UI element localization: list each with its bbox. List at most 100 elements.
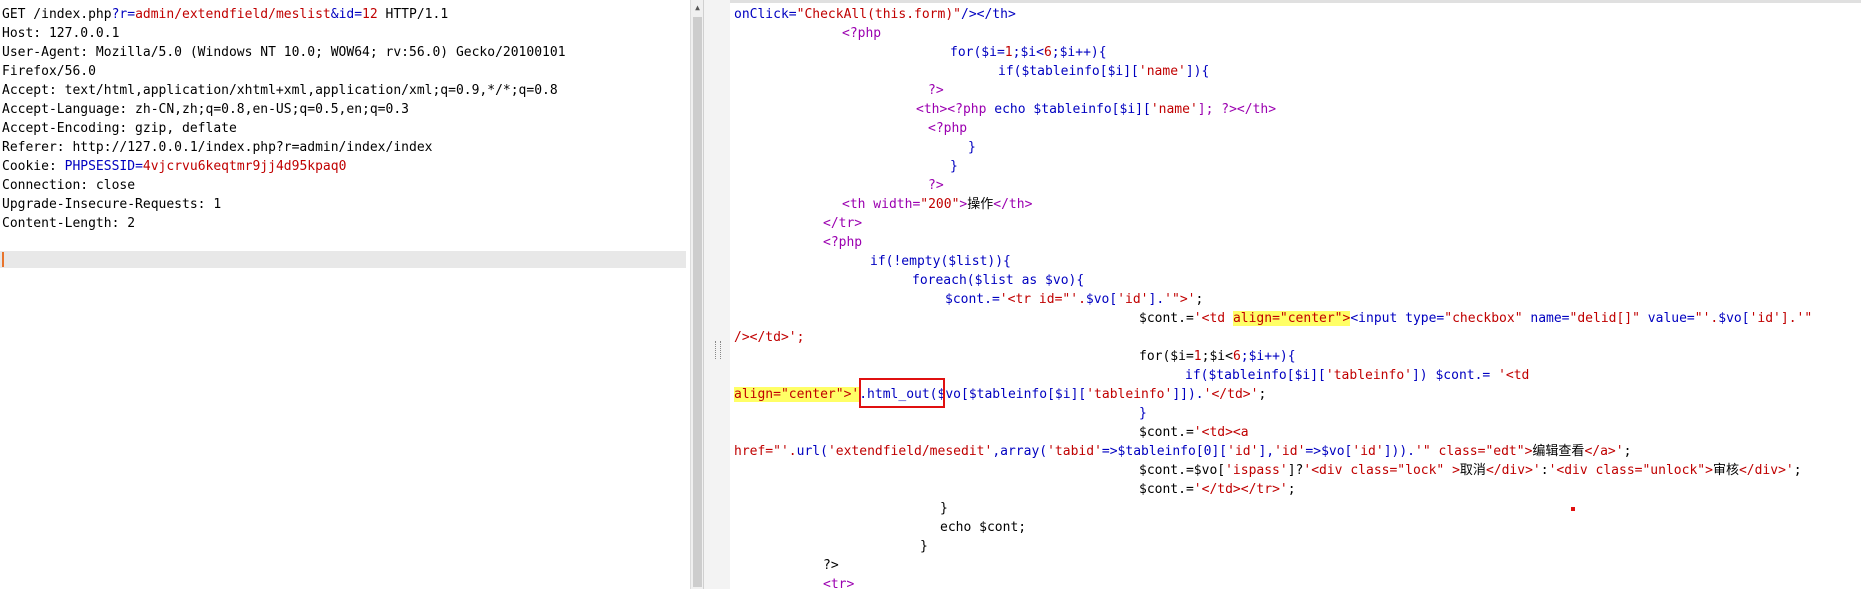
request-scrollbar[interactable]: ▲ [690,0,704,589]
code-token: </div>' [1738,463,1794,478]
header-content-length: Content-Length: 2 [2,216,136,231]
code-line-27: } [940,499,948,518]
code-token: ])). [1383,444,1416,459]
query-eq: = [354,7,363,22]
code-token: ]]). [1172,387,1204,402]
code-token: ]. [1148,292,1165,307]
code-line-23: $cont.='<td><a [1139,423,1249,442]
code-token: 'id' [1352,444,1384,459]
code-token: } [968,140,976,155]
header-accept: Accept: text/html,application/xhtml+xml,… [2,83,558,98]
source-code-pane[interactable]: onClick="CheckAll(this.form)"/></th> <?p… [730,0,1861,589]
http-protocol: HTTP/1.1 [377,7,449,22]
code-token: ?> [928,83,944,98]
cookie-label: Cookie: [2,159,65,174]
code-token: $cont.= [1139,425,1194,440]
code-token: ;$i< [1201,349,1233,364]
query-eq: = [127,7,136,22]
code-token: if($tableinfo[$i][ [998,64,1139,79]
code-token: 6 [1232,349,1241,364]
code-line-8: } [968,138,976,157]
scrollbar-thumb[interactable] [693,17,702,587]
cookie-value: 4vjcrvu6keqtmr9jj4d95kpaq0 [142,159,347,174]
code-token: </tr> [823,216,863,231]
code-token: '">' [1164,292,1196,307]
code-line-13: <?php [823,233,862,252]
code-line-18: /></td>'; [734,328,804,347]
code-token: name= [1522,311,1570,326]
code-token: ?> [928,178,944,193]
splitter-grip-icon[interactable] [715,341,721,359]
code-token: '<td [1498,368,1530,383]
code-token: 'ispass' [1225,463,1288,478]
code-line-25: $cont.=$vo['ispass']?'<div class="lock" … [1139,461,1802,480]
code-token: 'tableinfo' [1086,387,1173,402]
code-token: onClick= [734,7,797,22]
code-token: 'id' [1117,292,1149,307]
code-line-28: echo $cont; [940,518,1026,537]
code-line-3: for($i=1;$i<6;$i++){ [950,43,1107,62]
code-line-10: ?> [928,176,944,195]
code-line-4: if($tableinfo[$i]['name']){ [998,62,1209,81]
code-token: 1 [1004,45,1013,60]
code-token: align="center">' [734,387,860,402]
code-token: for($i= [1139,349,1194,364]
code-token: $vo[ [1085,292,1118,307]
current-line-highlight [0,251,686,268]
request-editor-pane[interactable]: GET /index.php?r=admin/extendfield/mesli… [0,0,686,589]
code-token: ;$i< [1012,45,1044,60]
code-line-2: <?php [842,24,881,43]
code-token: } [950,159,958,174]
cookie-eq: = [135,159,143,174]
query-param-r-value: admin/extendfield/meslist [135,7,331,22]
code-token: 'extendfield/mesedit' [827,444,993,459]
code-token: </th> [993,197,1033,212]
code-token: foreach($list as $vo){ [912,273,1085,288]
code-token: $cont.= [945,292,1000,307]
code-token: ;$i++){ [1240,349,1296,364]
text-caret [2,252,4,267]
code-token: <tr> [823,577,855,589]
query-param-id-value: 12 [362,7,378,22]
code-token: 审核 [1712,463,1739,478]
code-token: value= [1639,311,1695,326]
header-cookie: Cookie: PHPSESSID=4vjcrvu6keqtmr9jj4d95k… [2,157,346,176]
header-referer: Referer: http://127.0.0.1/index.php?r=ad… [2,140,433,155]
code-token: } [940,501,948,516]
code-token: : [1540,463,1549,478]
code-line-11: <th width="200">操作</th> [842,195,1032,214]
code-token: '</td>' [1203,387,1259,402]
code-token: '<div class="unlock"> [1548,463,1713,478]
code-token: 取消 [1459,463,1486,478]
code-token: </a>' [1584,444,1624,459]
code-token: "delid[]" [1569,311,1640,326]
code-token: '<tr id="'. [999,292,1086,307]
code-token: <?php [842,26,882,41]
code-token: url( [796,444,828,459]
code-line-30: ?> [823,556,839,575]
code-token: '<td><a [1193,425,1249,440]
code-token: href="'. [734,444,797,459]
code-token: 'id' [1227,444,1259,459]
code-token: /></th> [961,7,1016,22]
header-user-agent: User-Agent: Mozilla/5.0 (Windows NT 10.0… [2,45,566,60]
code-token: $cont.= [1139,482,1194,497]
code-token: "CheckAll(this.form)" [796,7,961,22]
code-token: '" class="edt"> [1415,444,1533,459]
code-token: if($tableinfo[$i][ [1185,368,1326,383]
code-token: ]? [1287,463,1304,478]
code-token: ; [1793,463,1802,478]
header-connection: Connection: close [2,178,136,193]
code-token: </div>' [1485,463,1541,478]
pane-splitter[interactable] [703,0,732,589]
request-method-path: GET /index.php [2,7,112,22]
code-token: ]) $cont.= [1411,368,1499,383]
code-line-1: onClick="CheckAll(this.form)"/></th> [734,5,1016,24]
header-accept-encoding: Accept-Encoding: gzip, deflate [2,121,237,136]
code-token: $cont.= [1139,311,1194,326]
code-line-15: foreach($list as $vo){ [912,271,1084,290]
code-token: 'tableinfo' [1325,368,1412,383]
code-token: $vo[$tableinfo[$i][ [937,387,1087,402]
code-token: '<div class="lock" > [1303,463,1460,478]
code-token: ,array( [992,444,1048,459]
